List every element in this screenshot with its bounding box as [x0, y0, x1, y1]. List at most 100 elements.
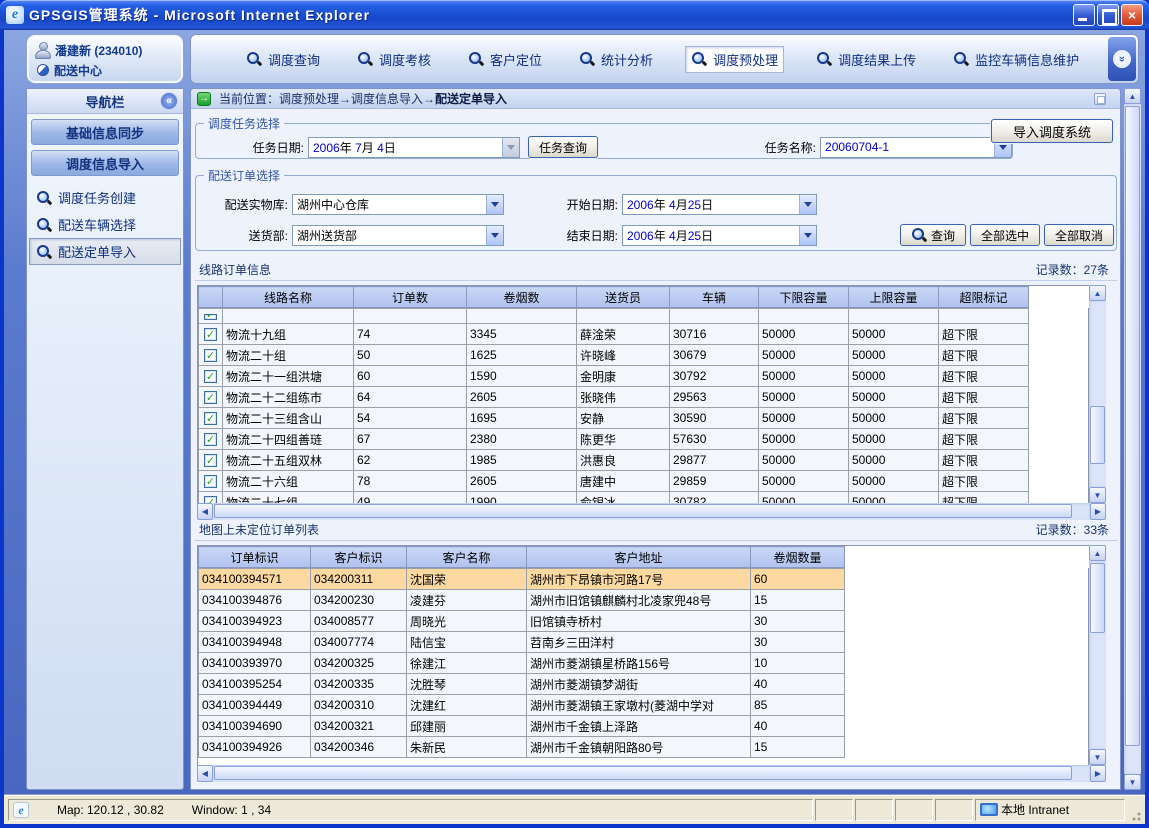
minimize-button[interactable]	[1073, 4, 1095, 26]
nav-item-5[interactable]: 调度预处理	[685, 46, 784, 73]
row-checkbox[interactable]: ✓	[204, 370, 217, 383]
table-row[interactable]: 034100394876034200230凌建芬湖州市旧馆镇麒麟村北凌家兜48号…	[199, 590, 1089, 611]
magnifier-icon	[36, 217, 52, 233]
header-cell[interactable]: 线路名称	[223, 287, 354, 308]
scroll-left-button[interactable]: ◀	[197, 503, 213, 520]
scroll-track[interactable]	[1124, 104, 1141, 774]
header-cell[interactable]: 客户标识	[311, 547, 407, 568]
end-date-select[interactable]: 2006年 4月25日	[622, 225, 817, 246]
select-all-button[interactable]: 全部选中	[970, 224, 1040, 246]
header-cell[interactable]: 超限标记	[939, 287, 1029, 308]
table-row[interactable]: ✓物流二十三组含山541695安静305905000050000超下限	[199, 408, 1089, 429]
header-cell[interactable]: 订单数	[354, 287, 467, 308]
table-row[interactable]: 034100394690034200321邱建丽湖州市千金镇上泽路40	[199, 716, 1089, 737]
chevron-down-icon[interactable]	[799, 195, 816, 214]
table-row[interactable]: ✓	[199, 309, 1089, 324]
nav-expand-button[interactable]: «	[1113, 50, 1131, 68]
scroll-thumb[interactable]	[214, 766, 1072, 780]
sidebar-group-2[interactable]: 调度信息导入	[31, 150, 179, 176]
table-row[interactable]: ✓物流二十二组练市642605张晓伟295635000050000超下限	[199, 387, 1089, 408]
table-row[interactable]: ✓物流十九组743345薛淦荣307165000050000超下限	[199, 324, 1089, 345]
panel-restore-button[interactable]	[1094, 93, 1106, 105]
row-checkbox[interactable]: ✓	[204, 475, 217, 488]
task-name-select[interactable]: 20060704-1	[820, 137, 1012, 158]
header-cell[interactable]: 客户名称	[407, 547, 527, 568]
table-row[interactable]: 034100394923034008577周晓光旧馆镇寺桥村30	[199, 611, 1089, 632]
delivery-dept-select[interactable]: 湖州送货部	[292, 225, 504, 246]
sidebar-item-1[interactable]: 调度任务创建	[29, 184, 181, 211]
scroll-left-button[interactable]: ◀	[197, 765, 213, 782]
chevron-down-icon[interactable]	[486, 226, 503, 245]
maximize-button[interactable]	[1097, 4, 1119, 26]
close-button[interactable]: ×	[1121, 4, 1143, 26]
row-checkbox[interactable]: ✓	[204, 314, 217, 320]
header-cell[interactable]: 卷烟数量	[751, 547, 845, 568]
table-row[interactable]: ✓物流二十五组双林621985洪惠良298775000050000超下限	[199, 450, 1089, 471]
scroll-up-button[interactable]: ▲	[1089, 545, 1106, 561]
nav-item-1[interactable]: 调度查询	[241, 47, 325, 72]
table-row[interactable]: 034100394948034007774陆信宝苕南乡三田洋村30	[199, 632, 1089, 653]
sidebar-group-1[interactable]: 基础信息同步	[31, 119, 179, 145]
chevron-down-icon[interactable]	[799, 226, 816, 245]
scroll-right-button[interactable]: ▶	[1090, 765, 1106, 782]
nav-item-6[interactable]: 调度结果上传	[811, 47, 921, 72]
sidebar-collapse-button[interactable]: «	[160, 92, 178, 110]
header-cell[interactable]: 下限容量	[759, 287, 849, 308]
header-cell[interactable]: 客户地址	[527, 547, 751, 568]
nav-item-2[interactable]: 调度考核	[352, 47, 436, 72]
table-row[interactable]: 034100395254034200335沈胜琴湖州市菱湖镇梦湖街40	[199, 674, 1089, 695]
scroll-thumb[interactable]	[214, 504, 1072, 518]
scroll-up-button[interactable]: ▲	[1124, 88, 1141, 104]
table-cell: 034200321	[311, 716, 407, 737]
nav-item-7[interactable]: 监控车辆信息维护	[948, 47, 1084, 72]
table-row[interactable]: 034100394449034200310沈建红湖州市菱湖镇王家墩村(菱湖中学对…	[199, 695, 1089, 716]
table-row[interactable]: ✓物流二十一组洪塘601590金明康307925000050000超下限	[199, 366, 1089, 387]
scroll-thumb[interactable]	[1090, 563, 1105, 633]
scroll-thumb[interactable]	[1090, 406, 1105, 464]
task-date-select[interactable]: 2006年 7月 4日	[308, 137, 520, 158]
start-date-select[interactable]: 2006年 4月25日	[622, 194, 817, 215]
header-cell[interactable]: 车辆	[670, 287, 759, 308]
scroll-right-button[interactable]: ▶	[1090, 503, 1106, 520]
table-row[interactable]: 034100394571034200311沈国荣湖州市下昂镇市河路17号60	[199, 569, 1089, 590]
header-cell[interactable]: 卷烟数	[467, 287, 577, 308]
import-to-dispatch-button[interactable]: 导入调度系统	[991, 119, 1113, 143]
table-row[interactable]: ✓物流二十六组782605唐建中298595000050000超下限	[199, 471, 1089, 492]
header-cell[interactable]: 送货员	[577, 287, 670, 308]
sidebar-item-2[interactable]: 配送车辆选择	[29, 211, 181, 238]
nav-item-3[interactable]: 客户定位	[463, 47, 547, 72]
row-checkbox[interactable]: ✓	[204, 328, 217, 341]
row-checkbox[interactable]: ✓	[204, 391, 217, 404]
table-row[interactable]: ✓物流二十组501625许晓峰306795000050000超下限	[199, 345, 1089, 366]
deselect-all-button[interactable]: 全部取消	[1044, 224, 1114, 246]
nav-item-4[interactable]: 统计分析	[574, 47, 658, 72]
scroll-down-button[interactable]: ▼	[1089, 487, 1106, 503]
scroll-track[interactable]	[213, 503, 1090, 520]
row-checkbox[interactable]: ✓	[204, 454, 217, 467]
warehouse-select[interactable]: 湖州中心仓库	[292, 194, 504, 215]
scroll-track[interactable]	[213, 765, 1090, 782]
row-checkbox[interactable]: ✓	[204, 433, 217, 446]
scroll-track[interactable]	[1089, 301, 1106, 487]
header-cell[interactable]	[199, 287, 223, 308]
table-cell: 苕南乡三田洋村	[527, 632, 751, 653]
row-checkbox[interactable]: ✓	[204, 412, 217, 425]
scroll-thumb[interactable]	[1125, 106, 1140, 746]
table-row[interactable]: 034100393970034200325徐建江湖州市菱湖镇星桥路156号10	[199, 653, 1089, 674]
table-row[interactable]: ✓物流二十四组善琏672380陈更华576305000050000超下限	[199, 429, 1089, 450]
header-cell[interactable]: 订单标识	[199, 547, 311, 568]
scroll-track[interactable]	[1089, 561, 1106, 749]
scroll-up-button[interactable]: ▲	[1089, 285, 1106, 301]
chevron-down-icon[interactable]	[502, 138, 519, 157]
scroll-down-button[interactable]: ▼	[1124, 774, 1141, 790]
scroll-down-button[interactable]: ▼	[1089, 749, 1106, 765]
header-cell[interactable]: 上限容量	[849, 287, 939, 308]
table-row[interactable]: 034100394926034200346朱新民湖州市千金镇朝阳路80号15	[199, 737, 1089, 758]
task-query-button[interactable]: 任务查询	[528, 136, 598, 158]
resize-grip[interactable]	[1129, 809, 1141, 821]
row-checkbox[interactable]: ✓	[204, 349, 217, 362]
query-button[interactable]: 查询	[900, 224, 966, 246]
title-bar[interactable]: e GPSGIS管理系统 - Microsoft Internet Explor…	[0, 0, 1149, 30]
chevron-down-icon[interactable]	[486, 195, 503, 214]
sidebar-item-3[interactable]: 配送定单导入	[29, 238, 181, 265]
